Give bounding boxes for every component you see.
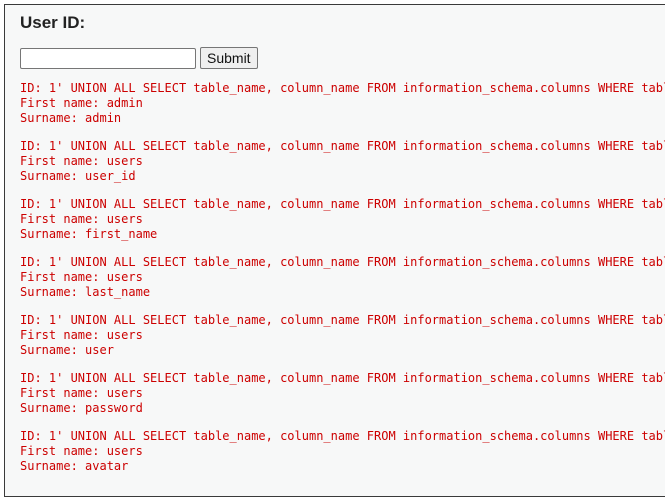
- result-id-line: ID: 1' UNION ALL SELECT table_name, colu…: [20, 371, 665, 385]
- result-first-name: First name: users: [20, 270, 143, 284]
- result-block: ID: 1' UNION ALL SELECT table_name, colu…: [20, 197, 665, 242]
- result-first-name: First name: users: [20, 212, 143, 226]
- result-surname: Surname: avatar: [20, 459, 129, 473]
- result-block: ID: 1' UNION ALL SELECT table_name, colu…: [20, 371, 665, 416]
- result-surname: Surname: last_name: [20, 285, 151, 299]
- user-id-input[interactable]: [20, 47, 196, 69]
- user-id-label: User ID:: [20, 13, 86, 32]
- result-block: ID: 1' UNION ALL SELECT table_name, colu…: [20, 139, 665, 184]
- result-id-line: ID: 1' UNION ALL SELECT table_name, colu…: [20, 313, 665, 327]
- result-id-line: ID: 1' UNION ALL SELECT table_name, colu…: [20, 429, 665, 443]
- result-id-line: ID: 1' UNION ALL SELECT table_name, colu…: [20, 139, 665, 153]
- result-first-name: First name: users: [20, 386, 143, 400]
- result-surname: Surname: password: [20, 401, 143, 415]
- result-first-name: First name: users: [20, 444, 143, 458]
- result-block: ID: 1' UNION ALL SELECT table_name, colu…: [20, 255, 665, 300]
- result-block: ID: 1' UNION ALL SELECT table_name, colu…: [20, 313, 665, 358]
- result-first-name: First name: users: [20, 328, 143, 342]
- result-id-line: ID: 1' UNION ALL SELECT table_name, colu…: [20, 197, 665, 211]
- result-block: ID: 1' UNION ALL SELECT table_name, colu…: [20, 429, 665, 474]
- result-surname: Surname: user: [20, 343, 114, 357]
- result-surname: Surname: user_id: [20, 169, 136, 183]
- result-surname: Surname: first_name: [20, 227, 158, 241]
- query-results: ID: 1' UNION ALL SELECT table_name, colu…: [20, 81, 665, 487]
- submit-button[interactable]: Submit: [200, 47, 258, 69]
- result-block: ID: 1' UNION ALL SELECT table_name, colu…: [20, 81, 665, 126]
- vulnerability-panel: User ID: Submit ID: 1' UNION ALL SELECT …: [4, 4, 665, 497]
- result-id-line: ID: 1' UNION ALL SELECT table_name, colu…: [20, 81, 665, 95]
- result-first-name: First name: admin: [20, 96, 143, 110]
- result-id-line: ID: 1' UNION ALL SELECT table_name, colu…: [20, 255, 665, 269]
- result-first-name: First name: users: [20, 154, 143, 168]
- result-surname: Surname: admin: [20, 111, 122, 125]
- user-id-form: Submit: [20, 47, 258, 69]
